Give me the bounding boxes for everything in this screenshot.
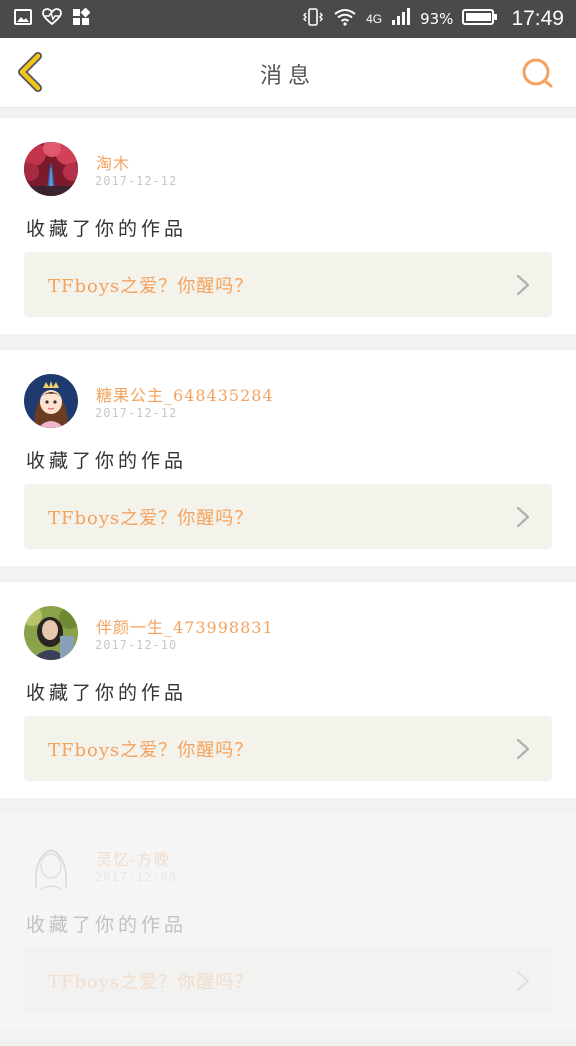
work-link[interactable]: TFboys之爱？你醒吗？ — [24, 484, 552, 549]
chevron-right-icon — [516, 506, 530, 528]
message-date: 2017-12-12 — [95, 406, 178, 420]
image-icon — [14, 9, 32, 29]
message-date: 2017-12-10 — [95, 638, 178, 652]
signal-icon — [391, 8, 411, 30]
action-text: 收藏了你的作品 — [26, 682, 188, 704]
work-title: TFboys之爱？你醒吗？ — [48, 276, 254, 297]
chevron-right-icon — [516, 738, 530, 760]
message-item: 灵忆-方晚 2017-12-08 收藏了你的作品 TFboys之爱？你醒吗？ — [0, 814, 576, 1030]
username[interactable]: 灵忆-方晚 — [96, 846, 170, 870]
avatar-red-trees-icon[interactable] — [24, 142, 78, 196]
work-link[interactable]: TFboys之爱？你醒吗？ — [24, 716, 552, 781]
chevron-right-icon — [516, 274, 530, 296]
action-text: 收藏了你的作品 — [26, 450, 188, 472]
wifi-icon — [333, 8, 357, 30]
username[interactable]: 淘木 — [96, 150, 130, 174]
message-item: 糖果公主_648435284 2017-12-12 收藏了你的作品 TFboys… — [0, 350, 576, 566]
message-item: 淘木 2017-12-12 收藏了你的作品 TFboys之爱？你醒吗？ — [0, 118, 576, 334]
work-title: TFboys之爱？你醒吗？ — [48, 972, 254, 993]
nav-bar: 消息 — [0, 38, 576, 108]
vibrate-icon — [302, 8, 324, 30]
message-date: 2017-12-08 — [95, 870, 178, 884]
work-title: TFboys之爱？你醒吗？ — [48, 740, 254, 761]
search-button[interactable] — [520, 56, 556, 92]
action-text: 收藏了你的作品 — [26, 218, 188, 240]
username[interactable]: 糖果公主_648435284 — [96, 382, 274, 406]
heart-monitor-icon — [42, 8, 62, 30]
username[interactable]: 伴颜一生_473998831 — [96, 614, 274, 638]
chevron-right-icon — [516, 970, 530, 992]
battery-percent: 93% — [420, 10, 454, 28]
page-title: 消息 — [259, 64, 316, 89]
search-icon — [522, 58, 553, 88]
clock-time: 17:49 — [511, 7, 564, 30]
work-link[interactable]: TFboys之爱？你醒吗？ — [24, 252, 552, 317]
avatar-girl-photo-icon[interactable] — [24, 606, 78, 660]
avatar-sketch-girl-icon[interactable] — [24, 838, 78, 892]
status-bar: 4G 93% 17:49 — [0, 0, 576, 38]
action-text: 收藏了你的作品 — [26, 914, 188, 936]
work-link[interactable]: TFboys之爱？你醒吗？ — [24, 948, 552, 1013]
network-type: 4G — [366, 12, 383, 26]
message-item: 伴颜一生_473998831 2017-12-10 收藏了你的作品 TFboys… — [0, 582, 576, 798]
avatar-princess-icon[interactable] — [24, 374, 78, 428]
work-title: TFboys之爱？你醒吗？ — [48, 508, 254, 529]
apps-icon — [72, 7, 91, 30]
message-list: 淘木 2017-12-12 收藏了你的作品 TFboys之爱？你醒吗？ 糖果公主… — [0, 118, 576, 1046]
battery-icon — [462, 8, 498, 30]
message-date: 2017-12-12 — [95, 174, 178, 188]
